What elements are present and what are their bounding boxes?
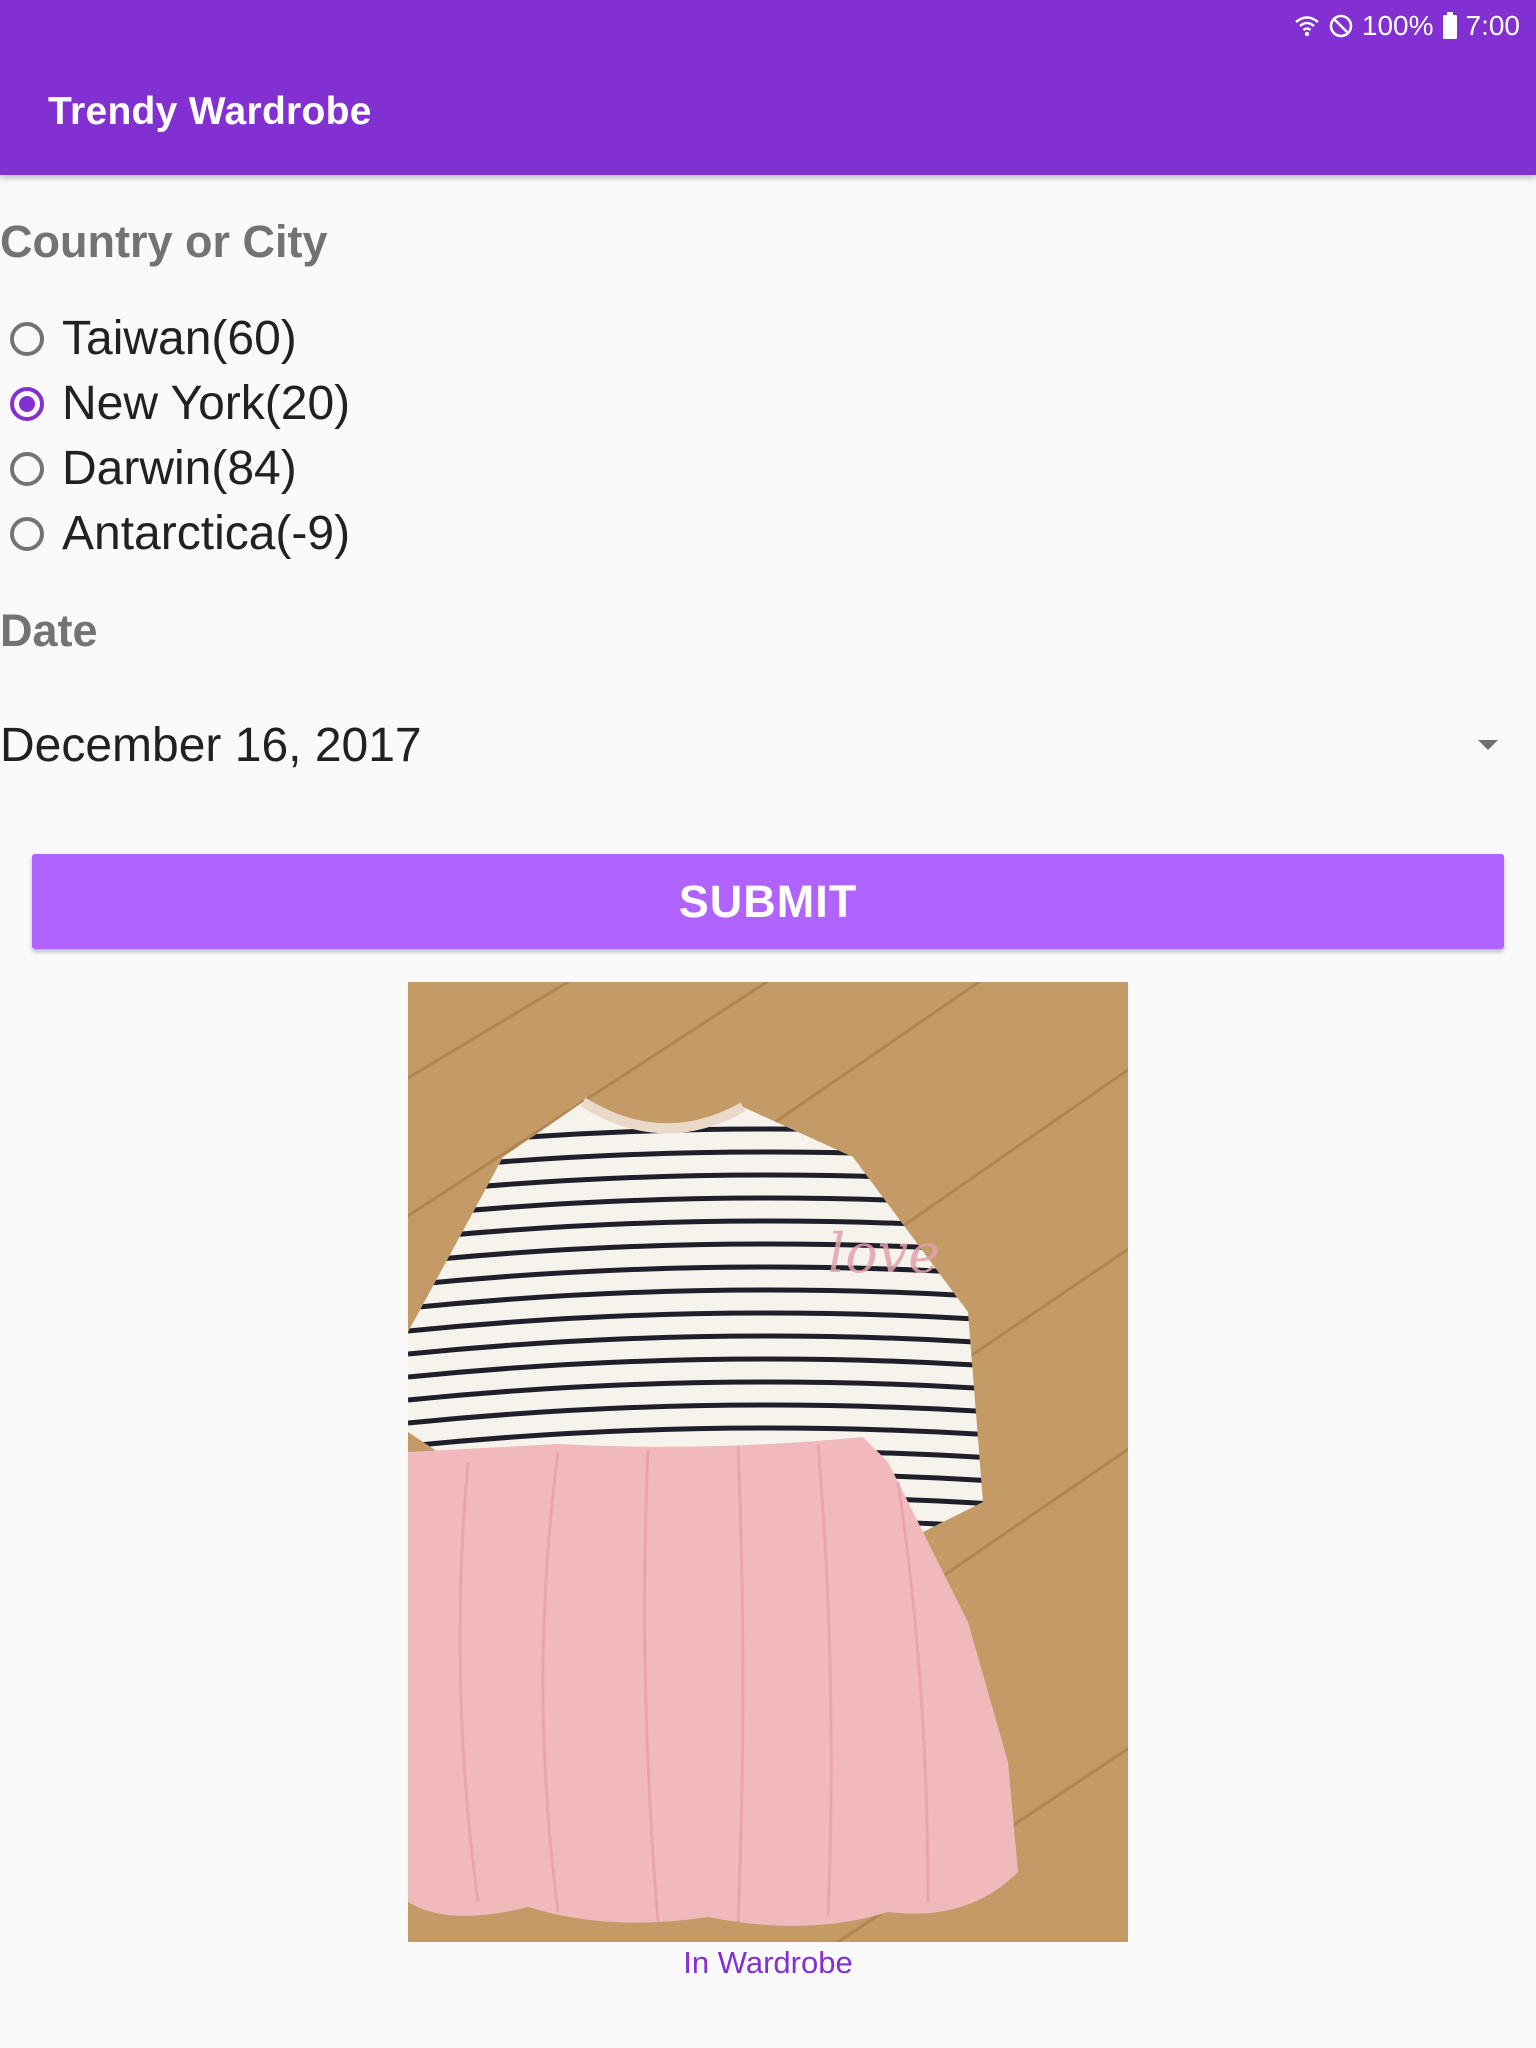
location-label: Country or City (0, 216, 328, 267)
status-bar: 100% 7:00 (1294, 8, 1520, 44)
dropdown-arrow-icon (1478, 740, 1498, 750)
date-value: December 16, 2017 (0, 718, 422, 772)
radio-option-new-york[interactable]: New York(20) (10, 371, 350, 436)
battery-percent: 100% (1361, 10, 1434, 41)
do-not-disturb-icon (1328, 13, 1354, 39)
date-label: Date (0, 605, 98, 656)
clock: 7:00 (1465, 10, 1521, 41)
radio-button[interactable] (10, 386, 44, 421)
svg-text:love: love (828, 1222, 940, 1285)
battery-icon (1442, 12, 1458, 40)
radio-label: Darwin(84) (62, 442, 297, 495)
radio-button[interactable] (10, 451, 44, 486)
radio-label: Antarctica(-9) (62, 507, 351, 560)
radio-option-taiwan[interactable]: Taiwan(60) (10, 306, 350, 371)
outfit-photo: love (408, 982, 1128, 1942)
date-dropdown[interactable]: December 16, 2017 (0, 700, 1510, 790)
radio-button[interactable] (10, 321, 44, 356)
app-bar: 100% 7:00 Trendy Wardrobe (0, 0, 1536, 175)
radio-option-darwin[interactable]: Darwin(84) (10, 436, 350, 501)
app-title: Trendy Wardrobe (48, 90, 372, 133)
photo-caption: In Wardrobe (683, 1945, 853, 1980)
wifi-icon (1294, 13, 1320, 39)
radio-label: Taiwan(60) (62, 312, 297, 365)
submit-button[interactable]: SUBMIT (32, 854, 1504, 949)
radio-button[interactable] (10, 516, 44, 551)
location-radio-group: Taiwan(60) New York(20) Darwin(84) Antar… (10, 306, 350, 566)
radio-label: New York(20) (62, 377, 351, 430)
radio-option-antarctica[interactable]: Antarctica(-9) (10, 501, 350, 566)
